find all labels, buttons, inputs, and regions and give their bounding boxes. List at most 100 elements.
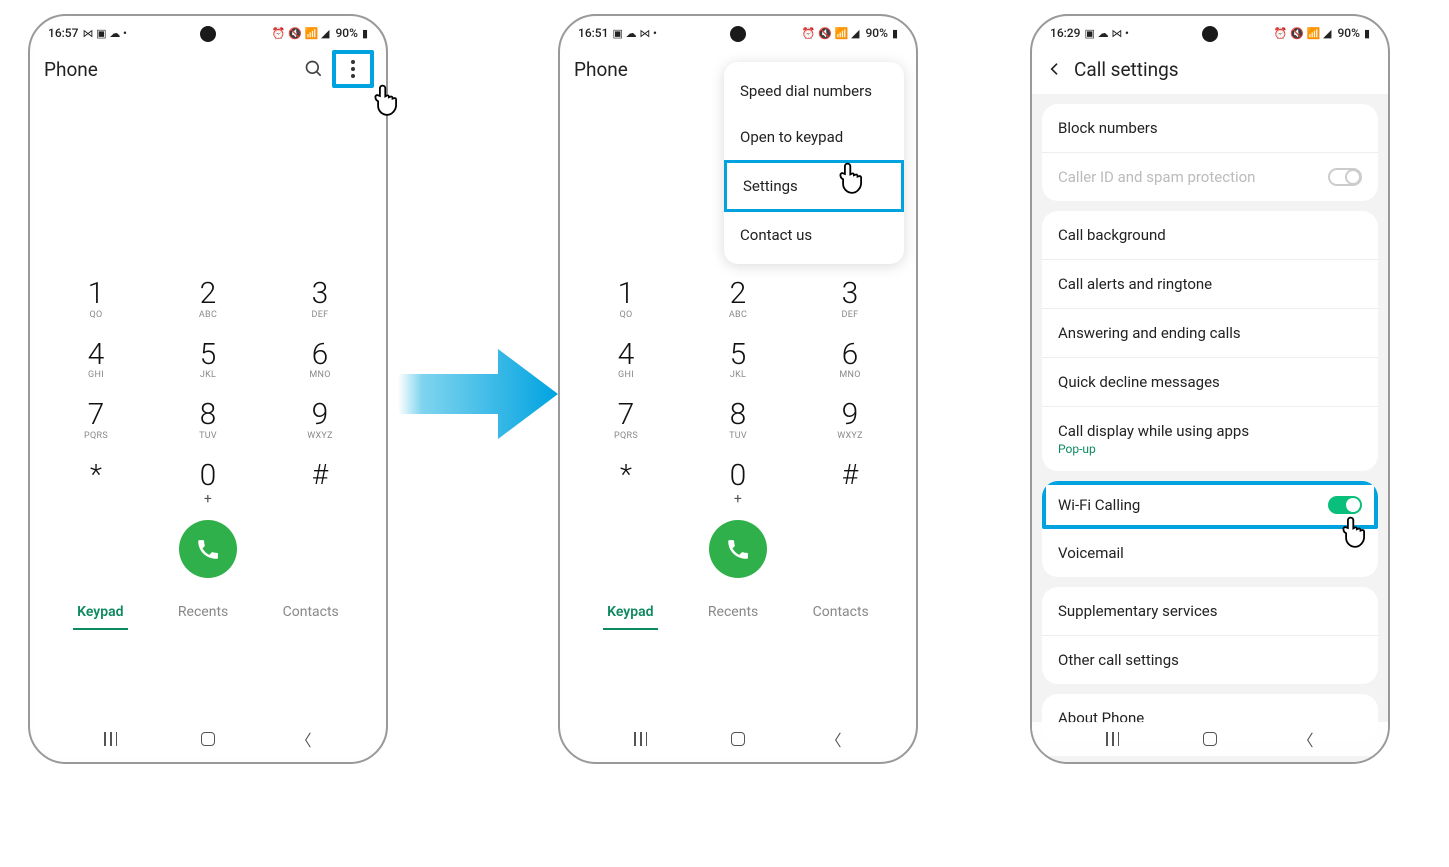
home-nav-icon[interactable] (731, 732, 745, 746)
key-3[interactable]: 3DEF (286, 278, 354, 321)
row-answering[interactable]: Answering and ending calls (1042, 309, 1378, 358)
status-battery: 90% (1337, 26, 1359, 40)
row-other-settings[interactable]: Other call settings (1042, 636, 1378, 684)
tap-cursor-icon (370, 82, 406, 118)
status-time: 16:51 (578, 26, 608, 40)
dial-keypad: 1QO 2ABC 3DEF 4GHI 5JKL 6MNO 7PQRS 8TUV … (30, 278, 386, 578)
back-nav-icon[interactable]: 〈 (1298, 727, 1314, 751)
search-button[interactable] (296, 51, 332, 87)
camera-cutout (730, 26, 746, 42)
back-nav-icon[interactable]: 〈 (826, 727, 842, 751)
status-battery: 90% (335, 26, 357, 40)
row-supplementary[interactable]: Supplementary services (1042, 587, 1378, 636)
tab-contacts[interactable]: Contacts (279, 596, 343, 630)
key-star[interactable]: * (62, 460, 130, 503)
row-caller-id[interactable]: Caller ID and spam protection (1042, 153, 1378, 201)
key-8[interactable]: 8TUV (174, 399, 242, 442)
key-2[interactable]: 2ABC (704, 278, 772, 321)
battery-icon: ▮ (892, 28, 898, 39)
settings-card: Supplementary services Other call settin… (1042, 587, 1378, 684)
key-4[interactable]: 4GHI (592, 339, 660, 382)
menu-settings[interactable]: Settings (724, 160, 904, 212)
row-call-display[interactable]: Call display while using apps Pop-up (1042, 407, 1378, 471)
home-nav-icon[interactable] (1203, 732, 1217, 746)
phone-screen-1: 16:57 ⋈ ▣ ☁ • ⏰ 🔇 📶 ◢ 90% ▮ Phone 1QO 2A… (28, 14, 388, 764)
phone-screen-3: 16:29 ▣ ☁ ⋈ • ⏰ 🔇 📶 ◢ 90% ▮ Call setting… (1030, 14, 1390, 764)
key-5[interactable]: 5JKL (174, 339, 242, 382)
status-battery: 90% (865, 26, 887, 40)
phone-screen-2: 16:51 ▣ ☁ ⋈ • ⏰ 🔇 📶 ◢ 90% ▮ Phone Speed … (558, 14, 918, 764)
settings-card: Call background Call alerts and ringtone… (1042, 211, 1378, 471)
menu-speed-dial[interactable]: Speed dial numbers (724, 68, 904, 114)
key-6[interactable]: 6MNO (286, 339, 354, 382)
status-time: 16:57 (48, 26, 78, 40)
status-icons-left: ⋈ ▣ ☁ • (82, 28, 126, 39)
key-8[interactable]: 8TUV (704, 399, 772, 442)
row-voicemail[interactable]: Voicemail (1042, 529, 1378, 577)
menu-open-keypad[interactable]: Open to keypad (724, 114, 904, 160)
status-icons-left: ▣ ☁ ⋈ • (1084, 28, 1128, 39)
more-button[interactable] (332, 50, 374, 88)
settings-body: Block numbers Caller ID and spam protect… (1032, 94, 1388, 762)
row-quick-decline[interactable]: Quick decline messages (1042, 358, 1378, 407)
key-7[interactable]: 7PQRS (62, 399, 130, 442)
key-6[interactable]: 6MNO (816, 339, 884, 382)
key-2[interactable]: 2ABC (174, 278, 242, 321)
key-0[interactable]: 0+ (174, 460, 242, 503)
menu-contact-us[interactable]: Contact us (724, 212, 904, 258)
tap-cursor-icon (835, 160, 871, 196)
tab-recents[interactable]: Recents (174, 596, 232, 630)
caller-id-toggle[interactable] (1328, 168, 1362, 186)
home-nav-icon[interactable] (201, 732, 215, 746)
key-9[interactable]: 9WXYZ (286, 399, 354, 442)
tab-recents[interactable]: Recents (704, 596, 762, 630)
tab-keypad[interactable]: Keypad (603, 596, 657, 630)
android-nav-bar: 〈 (30, 722, 386, 756)
key-9[interactable]: 9WXYZ (816, 399, 884, 442)
status-icons-right: ⏰ 🔇 📶 ◢ (272, 28, 330, 39)
back-button[interactable] (1046, 60, 1064, 78)
back-nav-icon[interactable]: 〈 (296, 727, 312, 751)
tap-cursor-icon (1338, 514, 1374, 550)
recents-nav-icon[interactable] (104, 732, 120, 746)
settings-card: Block numbers Caller ID and spam protect… (1042, 104, 1378, 201)
key-1[interactable]: 1QO (592, 278, 660, 321)
app-title: Phone (44, 58, 296, 81)
settings-header: Call settings (1032, 44, 1388, 94)
recents-nav-icon[interactable] (634, 732, 650, 746)
key-1[interactable]: 1QO (62, 278, 130, 321)
call-button[interactable] (709, 520, 767, 578)
key-0[interactable]: 0+ (704, 460, 772, 503)
wifi-calling-toggle[interactable] (1328, 496, 1362, 514)
row-wifi-calling[interactable]: Wi-Fi Calling (1042, 481, 1378, 529)
row-block-numbers[interactable]: Block numbers (1042, 104, 1378, 153)
recents-nav-icon[interactable] (1106, 732, 1122, 746)
android-nav-bar: 〈 (560, 722, 916, 756)
key-3[interactable]: 3DEF (816, 278, 884, 321)
android-nav-bar: 〈 (1032, 722, 1388, 756)
key-5[interactable]: 5JKL (704, 339, 772, 382)
row-call-background[interactable]: Call background (1042, 211, 1378, 260)
key-hash[interactable]: # (286, 460, 354, 503)
status-icons-left: ▣ ☁ ⋈ • (612, 28, 656, 39)
battery-icon: ▮ (362, 28, 368, 39)
camera-cutout (200, 26, 216, 42)
settings-title: Call settings (1064, 58, 1179, 81)
settings-card: Wi-Fi Calling Voicemail (1042, 481, 1378, 577)
key-4[interactable]: 4GHI (62, 339, 130, 382)
status-icons-right: ⏰ 🔇 📶 ◢ (802, 28, 860, 39)
key-hash[interactable]: # (816, 460, 884, 503)
overflow-menu: Speed dial numbers Open to keypad Settin… (724, 62, 904, 264)
app-header: Phone (30, 44, 386, 94)
call-button[interactable] (179, 520, 237, 578)
tab-contacts[interactable]: Contacts (809, 596, 873, 630)
camera-cutout (1202, 26, 1218, 42)
bottom-tabs: Keypad Recents Contacts (560, 596, 916, 630)
key-star[interactable]: * (592, 460, 660, 503)
dial-keypad: 1QO 2ABC 3DEF 4GHI 5JKL 6MNO 7PQRS 8TUV … (560, 278, 916, 578)
status-time: 16:29 (1050, 26, 1080, 40)
row-call-alerts[interactable]: Call alerts and ringtone (1042, 260, 1378, 309)
tab-keypad[interactable]: Keypad (73, 596, 127, 630)
key-7[interactable]: 7PQRS (592, 399, 660, 442)
flow-arrow-icon (398, 344, 558, 444)
